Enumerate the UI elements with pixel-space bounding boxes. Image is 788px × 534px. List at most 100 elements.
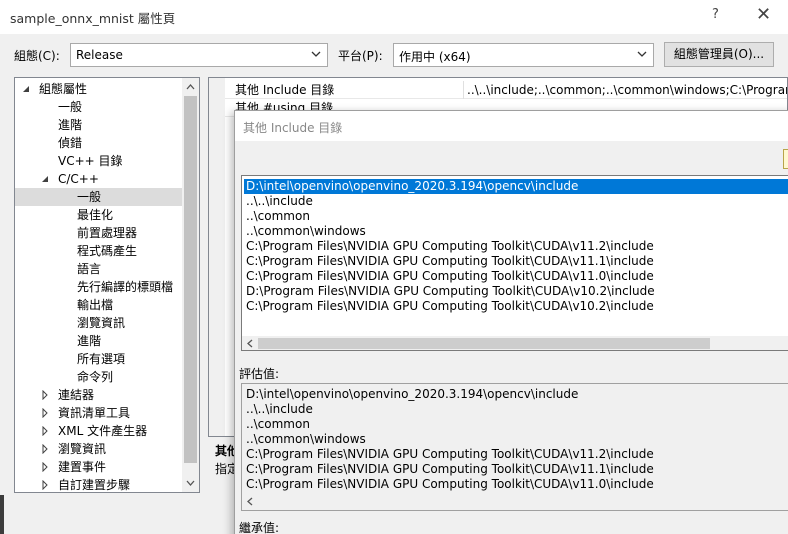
scroll-left-icon[interactable] <box>245 338 255 349</box>
list-hscrollbar[interactable] <box>242 336 788 350</box>
expanded-triangle-icon[interactable] <box>21 84 31 94</box>
dialog-title-bar: 其他 Include 目錄 <box>235 111 788 141</box>
background-window-edge <box>0 495 4 534</box>
tree-item-label: 先行編譯的標頭檔 <box>77 280 174 294</box>
evaluated-entry: ..\common <box>246 417 310 431</box>
collapsed-triangle-icon[interactable] <box>40 462 50 472</box>
evaluated-list: D:\intel\openvino\openvino_2020.3.194\op… <box>241 383 788 511</box>
tree-item-label: 最佳化 <box>77 208 114 222</box>
tree-item[interactable]: 一般 <box>15 188 183 206</box>
scroll-left-icon[interactable] <box>245 496 255 507</box>
config-manager-button[interactable]: 組態管理員(O)... <box>664 42 774 67</box>
scroll-down-icon[interactable] <box>184 476 197 490</box>
close-button[interactable]: ✕ <box>756 4 771 25</box>
directory-entry[interactable]: ..\..\include <box>244 194 313 209</box>
tree-scrollbar[interactable] <box>182 78 199 492</box>
tree-item-label: 建置事件 <box>58 460 107 474</box>
expanded-triangle-icon[interactable] <box>40 174 50 184</box>
tree-item-label: 命令列 <box>77 370 114 384</box>
tree-item-label: 組態屬性 <box>39 82 88 96</box>
tree-item[interactable]: 偵錯 <box>15 134 183 152</box>
chevron-down-icon <box>311 51 321 57</box>
config-label: 組態(C): <box>14 49 60 63</box>
tree-item[interactable]: 程式碼產生 <box>15 242 183 260</box>
property-tree: 組態屬性 一般 進階 偵錯 VC++ 目錄 C/C++ 一般 最佳化 前置處理器 程式碼產生 語言先… <box>14 77 200 493</box>
tree-item[interactable]: 輸出檔 <box>15 296 183 314</box>
chevron-down-icon <box>637 51 647 57</box>
collapsed-triangle-icon[interactable] <box>40 390 50 400</box>
dialog-title: 其他 Include 目錄 <box>243 121 343 135</box>
tree-item[interactable]: XML 文件產生器 <box>15 422 183 440</box>
tree-item[interactable]: 一般 <box>15 98 183 116</box>
evaluated-entry: ..\common\windows <box>246 432 366 446</box>
tree-item-label: 瀏覽資訊 <box>58 442 107 456</box>
include-directories-dialog: 其他 Include 目錄 D:\intel\openvino\openvino… <box>234 110 788 534</box>
inherited-label: 繼承值: <box>239 521 280 534</box>
tree-item-label: 一般 <box>58 100 83 114</box>
tree-scroll-thumb[interactable] <box>184 96 197 463</box>
collapsed-triangle-icon[interactable] <box>40 444 50 454</box>
tree-item[interactable]: 連結器 <box>15 386 183 404</box>
tree-item[interactable]: 先行編譯的標頭檔 <box>15 278 183 296</box>
collapsed-triangle-icon[interactable] <box>40 408 50 418</box>
tree-item[interactable]: 瀏覽資訊 <box>15 440 183 458</box>
tree-item-label: 語言 <box>77 262 102 276</box>
tree-item[interactable]: 瀏覽資訊 <box>15 314 183 332</box>
directory-entry[interactable]: ..\common\windows <box>244 224 366 239</box>
tree-item[interactable]: 資訊清單工具 <box>15 404 183 422</box>
tree-item-label: 自訂建置步驟 <box>58 478 131 492</box>
new-line-icon[interactable] <box>783 149 788 169</box>
tree-item-label: 所有選項 <box>77 352 126 366</box>
tree-item-label: 進階 <box>58 118 83 132</box>
directory-entry[interactable]: D:\intel\openvino\openvino_2020.3.194\op… <box>243 178 788 195</box>
tree-item[interactable]: 進階 <box>15 116 183 134</box>
tree-item-label: 前置處理器 <box>77 226 138 240</box>
property-row[interactable]: 其他 Include 目錄 ..\..\include;..\common;..\… <box>225 81 787 99</box>
collapsed-triangle-icon[interactable] <box>40 480 50 490</box>
property-category-strip <box>209 78 225 436</box>
property-value[interactable]: ..\..\include;..\common;..\common\window… <box>463 81 787 99</box>
tree-item[interactable]: 語言 <box>15 260 183 278</box>
help-button[interactable]: ? <box>712 7 719 22</box>
tree-item-label: 連結器 <box>58 388 95 402</box>
evaluated-label: 評估值: <box>239 367 280 381</box>
directory-list[interactable]: D:\intel\openvino\openvino_2020.3.194\op… <box>241 175 788 351</box>
platform-label: 平台(P): <box>338 49 383 63</box>
tree-item-label: 瀏覽資訊 <box>77 316 126 330</box>
tree-item[interactable]: VC++ 目錄 <box>15 152 183 170</box>
directory-entry[interactable]: C:\Program Files\NVIDIA GPU Computing To… <box>244 269 654 284</box>
tree-item-label: 程式碼產生 <box>77 244 138 258</box>
directory-entry[interactable]: ..\common <box>244 209 310 224</box>
directory-entry[interactable]: C:\Program Files\NVIDIA GPU Computing To… <box>244 239 654 254</box>
tree-item[interactable]: 前置處理器 <box>15 224 183 242</box>
tree-item-label: C/C++ <box>58 172 99 186</box>
evaluated-entry: C:\Program Files\NVIDIA GPU Computing To… <box>246 462 654 476</box>
evaluated-entry: ..\..\include <box>246 402 313 416</box>
directory-entry[interactable]: C:\Program Files\NVIDIA GPU Computing To… <box>244 299 654 314</box>
tree-item[interactable]: 所有選項 <box>15 350 183 368</box>
tree-item[interactable]: C/C++ <box>15 170 183 188</box>
tree-item[interactable]: 進階 <box>15 332 183 350</box>
tree-item[interactable]: 自訂建置步驟 <box>15 476 183 492</box>
tree-item-label: 進階 <box>77 334 102 348</box>
title-bar: sample_onnx_mnist 屬性頁 ? ✕ <box>0 0 788 34</box>
collapsed-triangle-icon[interactable] <box>40 426 50 436</box>
evaluated-hscrollbar[interactable] <box>242 494 788 509</box>
evaluated-entry: D:\intel\openvino\openvino_2020.3.194\op… <box>246 387 579 401</box>
property-name: 其他 Include 目錄 <box>235 83 335 97</box>
tree-item[interactable]: 建置事件 <box>15 458 183 476</box>
config-toolbar: 組態(C): Release 平台(P): 作用中 (x64) 組態管理員(O)… <box>0 34 788 74</box>
tree-item[interactable]: 組態屬性 <box>15 80 183 98</box>
tree-item-label: 偵錯 <box>58 136 83 150</box>
tree-item[interactable]: 命令列 <box>15 368 183 386</box>
scroll-up-icon[interactable] <box>184 80 197 94</box>
evaluated-entry: C:\Program Files\NVIDIA GPU Computing To… <box>246 477 654 491</box>
tree-item[interactable]: 最佳化 <box>15 206 183 224</box>
config-select[interactable]: Release <box>70 43 328 67</box>
directory-entry[interactable]: D:\Program Files\NVIDIA GPU Computing To… <box>244 284 655 299</box>
platform-select[interactable]: 作用中 (x64) <box>393 43 654 67</box>
directory-entry[interactable]: C:\Program Files\NVIDIA GPU Computing To… <box>244 254 654 269</box>
tree-item-label: 一般 <box>77 190 102 204</box>
list-hscroll-thumb[interactable] <box>258 338 710 349</box>
window-title: sample_onnx_mnist 屬性頁 <box>10 11 176 26</box>
